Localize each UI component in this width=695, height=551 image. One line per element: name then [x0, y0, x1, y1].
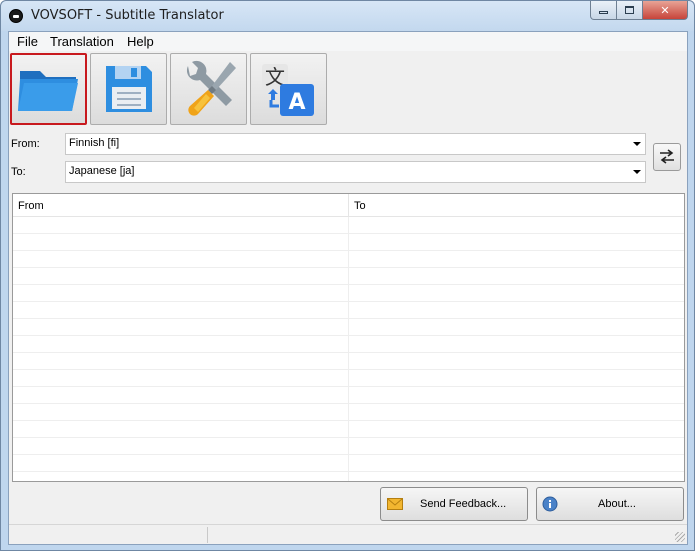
maximize-button[interactable] — [617, 1, 643, 20]
translate-button[interactable]: 文 A — [250, 53, 327, 125]
table-row[interactable] — [13, 217, 684, 234]
menu-help[interactable]: Help — [123, 34, 158, 49]
table-row[interactable] — [13, 421, 684, 438]
table-row[interactable] — [13, 319, 684, 336]
send-feedback-label: Send Feedback... — [420, 498, 507, 510]
table-row[interactable] — [13, 268, 684, 285]
subtitle-grid[interactable]: From To — [12, 193, 685, 482]
swap-languages-button[interactable] — [653, 143, 681, 171]
chevron-down-icon — [633, 142, 641, 146]
about-button[interactable]: About... — [536, 487, 684, 521]
from-language-select[interactable]: Finnish [fi] — [65, 133, 646, 155]
table-row[interactable] — [13, 302, 684, 319]
table-row[interactable] — [13, 336, 684, 353]
table-row[interactable] — [13, 353, 684, 370]
to-label: To: — [11, 166, 26, 178]
menu-file[interactable]: File — [13, 34, 42, 49]
minimize-button[interactable] — [590, 1, 617, 20]
from-language-value: Finnish [fi] — [69, 137, 120, 149]
table-row[interactable] — [13, 438, 684, 455]
maximize-icon — [625, 6, 634, 14]
close-icon: ✕ — [660, 4, 670, 17]
to-language-value: Japanese [ja] — [69, 165, 135, 177]
status-pane — [9, 527, 208, 543]
column-header-from[interactable]: From — [13, 194, 348, 216]
svg-text:A: A — [288, 90, 305, 115]
app-icon[interactable] — [9, 9, 23, 23]
mail-icon — [387, 498, 403, 510]
resize-grip-icon[interactable] — [675, 532, 685, 542]
client-area: File Translation Help 文 A From: Finnish … — [8, 31, 688, 545]
from-label: From: — [11, 138, 40, 150]
open-file-button[interactable] — [10, 53, 87, 125]
chevron-down-icon — [633, 170, 641, 174]
table-row[interactable] — [13, 251, 684, 268]
title-bar[interactable]: VOVSOFT - Subtitle Translator ✕ — [1, 1, 694, 31]
column-header-to[interactable]: To — [349, 194, 684, 216]
translate-icon: 文 A — [261, 64, 314, 116]
folder-open-icon — [17, 71, 78, 111]
close-button[interactable]: ✕ — [643, 1, 688, 20]
window-controls: ✕ — [590, 1, 688, 21]
app-window: VOVSOFT - Subtitle Translator ✕ File Tra… — [0, 0, 695, 551]
window-title: VOVSOFT - Subtitle Translator — [31, 8, 224, 23]
save-button[interactable] — [90, 53, 167, 125]
status-bar — [9, 524, 687, 544]
table-row[interactable] — [13, 387, 684, 404]
save-icon — [105, 66, 152, 112]
info-icon — [542, 496, 558, 512]
to-language-select[interactable]: Japanese [ja] — [65, 161, 646, 183]
swap-icon — [660, 149, 674, 164]
minimize-icon — [599, 11, 608, 14]
settings-icon — [186, 60, 236, 116]
table-row[interactable] — [13, 370, 684, 387]
table-row[interactable] — [13, 455, 684, 472]
menu-translation[interactable]: Translation — [46, 34, 118, 49]
menu-bar: File Translation Help — [9, 32, 687, 51]
grid-header: From To — [13, 194, 684, 217]
settings-button[interactable] — [170, 53, 247, 125]
table-row[interactable] — [13, 234, 684, 251]
table-row[interactable] — [13, 285, 684, 302]
table-row[interactable] — [13, 404, 684, 421]
about-label: About... — [598, 498, 636, 510]
send-feedback-button[interactable]: Send Feedback... — [380, 487, 528, 521]
